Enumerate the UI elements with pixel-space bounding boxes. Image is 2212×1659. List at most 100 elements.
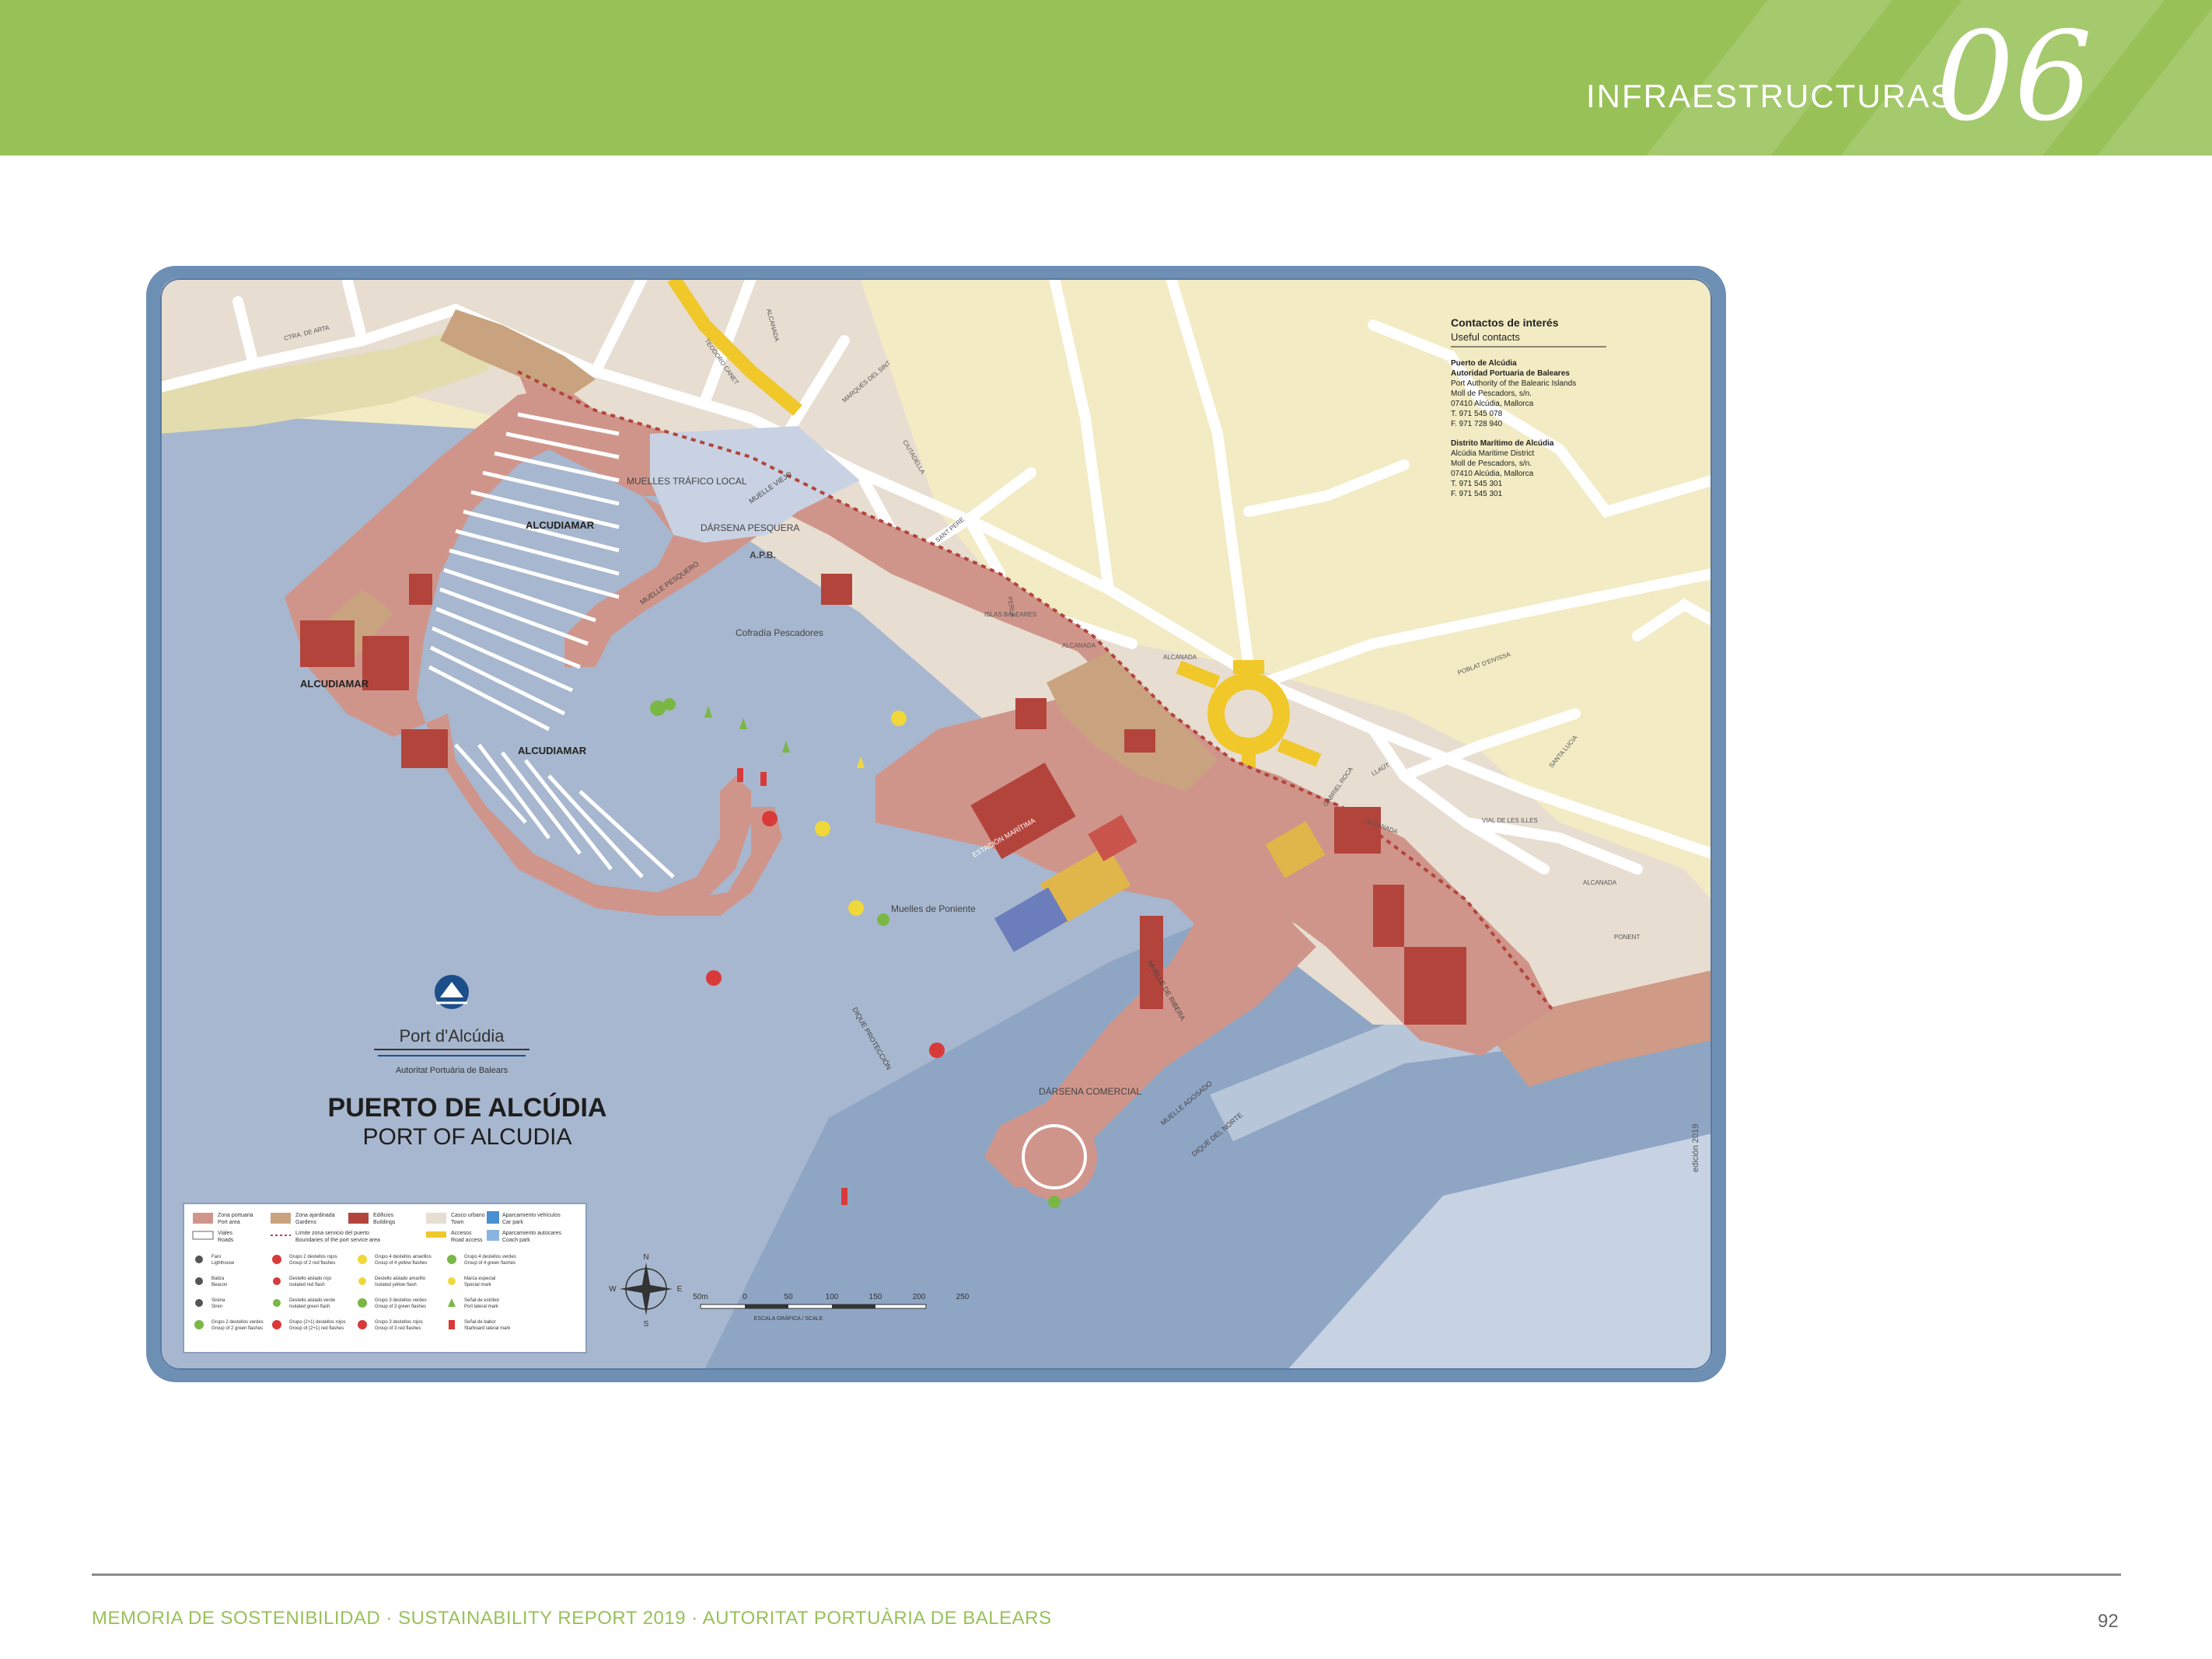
port-map-frame: ALCUDIAMAR ALCUDIAMAR ALCUDIAMAR DÁRSENA… — [146, 266, 1726, 1382]
svg-text:Alcúdia Maritime District: Alcúdia Maritime District — [1451, 449, 1534, 458]
svg-text:ESCALA GRÁFICA / SCALE: ESCALA GRÁFICA / SCALE — [754, 1315, 823, 1322]
svg-text:ALCANADA: ALCANADA — [1583, 879, 1617, 886]
svg-text:Boundaries of the port service: Boundaries of the port service area — [295, 1238, 380, 1243]
svg-text:Car park: Car park — [502, 1220, 523, 1225]
contacts-heading: Contactos de interés — [1451, 316, 1559, 329]
section-number: 06 — [1936, 5, 2093, 148]
legend-garden-icon — [271, 1213, 291, 1224]
svg-text:07410 Alcúdia, Mallorca: 07410 Alcúdia, Mallorca — [1451, 470, 1534, 478]
svg-text:Destello aislado verde: Destello aislado verde — [289, 1298, 336, 1303]
svg-text:Límite zona servicio del puert: Límite zona servicio del puerto — [295, 1231, 369, 1236]
svg-text:Grupo 4 destellos verdes: Grupo 4 destellos verdes — [464, 1255, 516, 1259]
svg-text:E: E — [677, 1285, 683, 1294]
svg-text:S: S — [644, 1320, 649, 1329]
svg-text:Lighthouse: Lighthouse — [211, 1261, 235, 1266]
svg-text:Road access: Road access — [451, 1238, 483, 1243]
label-alcudiamar: ALCUDIAMAR — [300, 678, 369, 690]
svg-text:Isolated yellow flash: Isolated yellow flash — [375, 1283, 417, 1287]
footer-divider — [92, 1573, 2121, 1576]
svg-text:Moll de Pescadors, s/n.: Moll de Pescadors, s/n. — [1451, 389, 1532, 398]
svg-text:PONENT: PONENT — [1614, 934, 1640, 941]
section-label: INFRAESTRUCTURAS — [1586, 78, 1955, 114]
svg-text:Group of 2 green flashes: Group of 2 green flashes — [211, 1326, 263, 1331]
footer-authority: AUTORITAT PORTUÀRIA DE BALEARS — [702, 1608, 1052, 1629]
svg-text:Isolated green flash: Isolated green flash — [289, 1304, 330, 1309]
svg-text:T. 971 545 078: T. 971 545 078 — [1451, 410, 1503, 418]
svg-text:Port lateral mark: Port lateral mark — [464, 1304, 499, 1309]
legend-coach-icon — [487, 1230, 499, 1241]
svg-text:250: 250 — [956, 1293, 970, 1301]
svg-text:100: 100 — [826, 1293, 839, 1301]
svg-text:Grupo (2+1) destellos rojos: Grupo (2+1) destellos rojos — [289, 1320, 346, 1325]
svg-text:Baliza: Baliza — [211, 1277, 225, 1281]
svg-text:Aparcamiento autocares: Aparcamiento autocares — [502, 1231, 561, 1236]
svg-text:Puerto de Alcúdia: Puerto de Alcúdia — [1451, 359, 1517, 368]
label-apb: A.P.B. — [750, 550, 776, 561]
svg-text:ISLAS BALEARES: ISLAS BALEARES — [984, 611, 1036, 618]
svg-text:Edificios: Edificios — [373, 1213, 394, 1218]
legend-port-zone-icon — [193, 1213, 213, 1224]
port-logo-name: Port d'Alcúdia — [399, 1026, 505, 1046]
label-darsena-comercial: DÁRSENA COMERCIAL — [1039, 1085, 1141, 1097]
svg-text:Town: Town — [451, 1220, 463, 1225]
svg-text:Siren: Siren — [211, 1304, 222, 1309]
page-number: 92 — [2098, 1611, 2119, 1632]
svg-text:F. 971 728 940: F. 971 728 940 — [1451, 420, 1503, 428]
svg-text:Aparcamiento vehículos: Aparcamiento vehículos — [502, 1213, 561, 1218]
svg-text:Viales: Viales — [218, 1231, 232, 1236]
svg-text:Special mark: Special mark — [464, 1283, 492, 1287]
port-map: ALCUDIAMAR ALCUDIAMAR ALCUDIAMAR DÁRSENA… — [160, 278, 1712, 1370]
svg-text:Marca especial: Marca especial — [464, 1277, 495, 1281]
svg-text:Group of 2 red flashes: Group of 2 red flashes — [289, 1261, 335, 1266]
svg-text:ALCANADA: ALCANADA — [1163, 654, 1197, 661]
label-alcudiamar: ALCUDIAMAR — [518, 745, 587, 756]
svg-text:Group of 3 green flashes: Group of 3 green flashes — [375, 1304, 426, 1309]
svg-text:Zona ajardinada: Zona ajardinada — [295, 1213, 335, 1218]
svg-text:ALCANADA: ALCANADA — [1062, 642, 1096, 649]
map-title: PUERTO DE ALCÚDIA — [328, 1093, 607, 1123]
svg-text:200: 200 — [913, 1293, 926, 1301]
map-subtitle: PORT OF ALCUDIA — [363, 1124, 572, 1150]
footer-text: MEMORIA DE SOSTENIBILIDAD · SUSTAINABILI… — [92, 1608, 1052, 1629]
svg-text:Grupo 4 destellos amarillos: Grupo 4 destellos amarillos — [375, 1255, 432, 1259]
svg-text:Destello aislado amarillo: Destello aislado amarillo — [375, 1277, 426, 1281]
svg-text:07410 Alcúdia, Mallorca: 07410 Alcúdia, Mallorca — [1451, 400, 1534, 408]
label-muelles-poniente: Muelles de Poniente — [891, 903, 976, 914]
legend-access-icon — [426, 1231, 446, 1238]
svg-text:Sirena: Sirena — [211, 1298, 225, 1303]
svg-text:Roads: Roads — [218, 1238, 234, 1243]
contacts-heading-en: Useful contacts — [1451, 331, 1520, 343]
port-authority-name: Autoritat Portuària de Balears — [396, 1066, 508, 1075]
svg-text:50m: 50m — [693, 1293, 708, 1301]
svg-text:Coach park: Coach park — [502, 1238, 530, 1243]
svg-text:Group of (2+1) red flashes: Group of (2+1) red flashes — [289, 1326, 344, 1331]
legend-town-icon — [426, 1213, 446, 1224]
label-alcudiamar: ALCUDIAMAR — [526, 519, 595, 531]
svg-text:150: 150 — [869, 1293, 882, 1301]
svg-text:T. 971 545 301: T. 971 545 301 — [1451, 480, 1503, 488]
svg-text:Moll de Pescadors, s/n.: Moll de Pescadors, s/n. — [1451, 459, 1532, 468]
svg-text:Group of 4 green flashes: Group of 4 green flashes — [464, 1261, 515, 1266]
legend-parking-icon — [487, 1211, 499, 1224]
svg-text:Señal de estribor: Señal de estribor — [464, 1298, 499, 1303]
svg-text:W: W — [609, 1285, 617, 1294]
svg-text:Faro: Faro — [211, 1255, 222, 1259]
svg-text:Beacon: Beacon — [211, 1283, 227, 1287]
edition-label: edición 2019 — [1691, 1124, 1700, 1172]
svg-text:Grupo 3 destellos verdes: Grupo 3 destellos verdes — [375, 1298, 427, 1303]
svg-text:Group of 4 yellow flashes: Group of 4 yellow flashes — [375, 1261, 427, 1266]
svg-text:Grupo 3 destellos rojos: Grupo 3 destellos rojos — [375, 1320, 423, 1325]
svg-text:Gardens: Gardens — [295, 1220, 316, 1225]
svg-text:Buildings: Buildings — [373, 1220, 396, 1225]
label-darsena-pesquera: DÁRSENA PESQUERA — [701, 522, 799, 533]
svg-text:Casco urbano: Casco urbano — [451, 1213, 485, 1218]
svg-text:VIAL DE LES ILLES: VIAL DE LES ILLES — [1482, 817, 1538, 824]
svg-text:Señal de babor: Señal de babor — [464, 1320, 496, 1325]
svg-text:0: 0 — [743, 1293, 747, 1301]
svg-text:Zona portuaria: Zona portuaria — [218, 1213, 253, 1218]
svg-text:Starboard lateral mark: Starboard lateral mark — [464, 1326, 511, 1331]
svg-text:Port Authority of the Balearic: Port Authority of the Balearic Islands — [1451, 379, 1576, 388]
svg-text:Autoridad Portuaria de Baleare: Autoridad Portuaria de Baleares — [1451, 369, 1570, 378]
svg-text:50: 50 — [784, 1293, 793, 1301]
label-cofradia: Cofradía Pescadores — [736, 627, 823, 638]
